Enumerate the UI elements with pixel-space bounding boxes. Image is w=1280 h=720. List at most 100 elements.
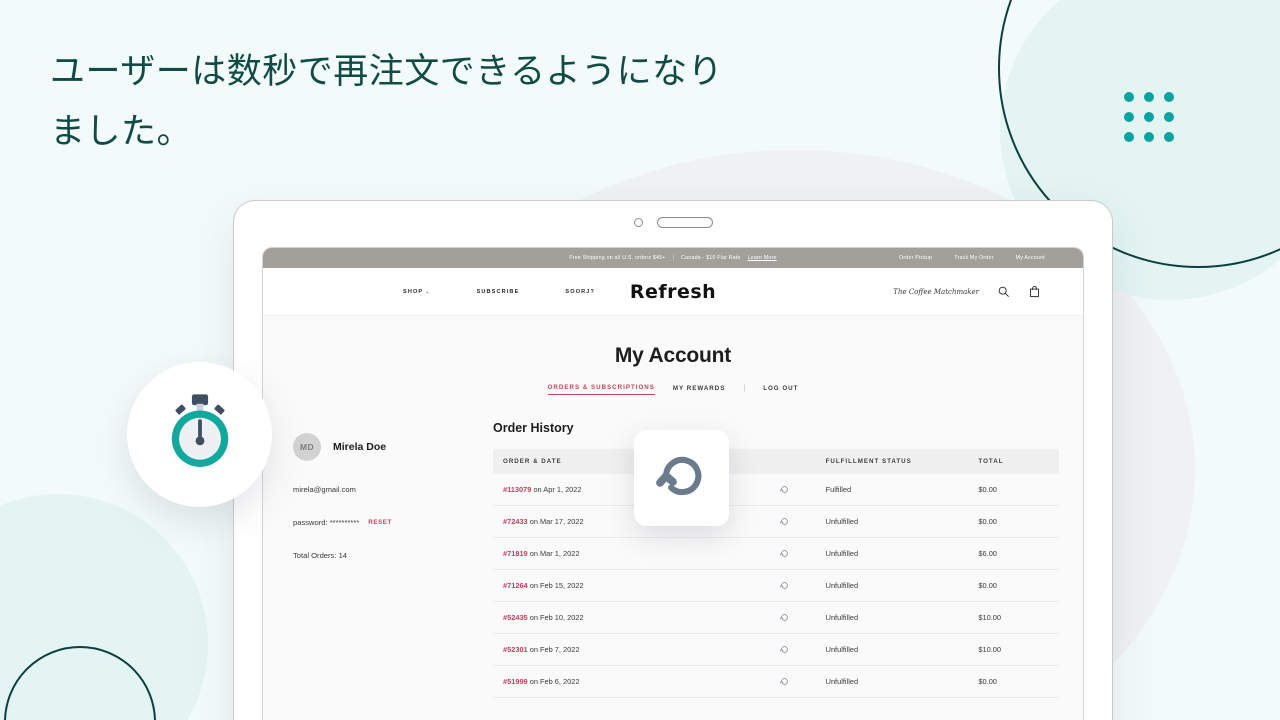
cell-reorder[interactable] [753,601,816,634]
site-navigation: SHOP ⌄ SUBSCRIBE SOORJ? Refresh The Coffe… [263,268,1083,316]
reorder-arrow-icon[interactable] [779,644,790,653]
cell-total: $0.00 [968,665,1059,698]
tab-log-out[interactable]: LOG OUT [763,385,798,395]
orders-panel: Order History ORDER & DATE FULFILLMENT S… [493,421,1059,720]
page-title: My Account [614,344,732,367]
dot-grid-icon [1124,92,1174,142]
column-total: TOTAL [968,449,1059,474]
cell-total: $10.00 [968,633,1059,666]
reorder-highlight-card [634,430,729,526]
order-id-link[interactable]: #71264 [503,581,528,590]
nav-right-cluster: The Coffee Matchmaker [893,285,1041,298]
primary-nav-links: SHOP ⌄ SUBSCRIBE SOORJ? [403,289,595,295]
orders-title: Order History [493,421,574,435]
profile-header: MD Mirela Doe [293,433,473,461]
order-id-link[interactable]: #52301 [503,645,528,654]
orders-table-head: ORDER & DATE FULFILLMENT STATUS TOTAL [493,449,1059,474]
table-row[interactable]: #72433 on Mar 17, 2022 Unfulfilled $0.00 [493,505,1059,538]
reorder-arrow-icon[interactable] [779,516,790,525]
avatar: MD [293,433,321,461]
announcement-shipping: Free Shipping on all U.S. orders $45+ [569,255,666,261]
shopping-bag-icon[interactable] [1028,285,1041,298]
password-reset-link[interactable]: RESET [368,519,392,526]
slide-canvas: ユーザーは数秒で再注文できるようになり ました。 Free Shipping o… [0,0,1280,720]
learn-more-link[interactable]: Learn More [748,255,777,261]
order-date: on Mar 17, 2022 [529,517,584,526]
table-row[interactable]: #113079 on Apr 1, 2022 Fulfilled $0.00 [493,474,1059,506]
announcement-utility-links: Order Pickup Track My Order My Account [899,255,1045,261]
brand-logo[interactable]: Refresh [630,281,716,303]
account-tab-bar: ORDERS & SUBSCRIPTIONS MY REWARDS | LOG … [263,384,1083,395]
order-id-link[interactable]: #72433 [503,517,528,526]
cell-total: $6.00 [968,537,1059,570]
cell-total: $0.00 [968,474,1059,506]
nav-item-shop[interactable]: SHOP ⌄ [403,289,431,295]
tab-orders-subscriptions[interactable]: ORDERS & SUBSCRIPTIONS [547,384,655,395]
order-date: on Feb 6, 2022 [529,677,580,686]
cell-reorder[interactable] [753,505,816,538]
cell-order-date: #51999 on Feb 6, 2022 [493,665,754,698]
profile-password: password: ********** [293,518,360,527]
cell-fulfillment-status: Unfulfilled [815,505,969,538]
reorder-arrow-icon[interactable] [779,676,790,685]
cell-total: $0.00 [968,569,1059,602]
tablet-top-bezel [234,201,1112,243]
profile-total-orders-row: Total Orders: 14 [293,551,473,560]
order-date: on Mar 1, 2022 [529,549,580,558]
tab-divider: | [743,384,746,392]
order-date: on Feb 10, 2022 [529,613,584,622]
brand-tagline: The Coffee Matchmaker [893,287,979,296]
speaker-slot-icon [656,216,713,228]
camera-dot-icon [633,217,643,227]
chevron-down-icon: ⌄ [425,288,431,295]
reorder-arrow-icon[interactable] [779,612,790,621]
link-my-account[interactable]: My Account [1016,255,1045,261]
announcement-message: Free Shipping on all U.S. orders $45+ | … [569,255,776,261]
page-headline: ユーザーは数秒で再注文できるようになり ました。 [50,52,724,153]
link-order-pickup[interactable]: Order Pickup [899,255,932,261]
profile-email: mirela@gmail.com [293,485,356,494]
order-date: on Apr 1, 2022 [533,485,582,494]
order-id-link[interactable]: #51999 [503,677,528,686]
cell-reorder[interactable] [753,537,816,570]
search-icon[interactable] [997,285,1010,298]
column-reorder [753,449,816,474]
cell-reorder[interactable] [753,474,816,506]
announcement-bar: Free Shipping on all U.S. orders $45+ | … [263,248,1083,268]
order-date: on Feb 7, 2022 [529,645,580,654]
tab-my-rewards[interactable]: MY REWARDS [673,385,726,395]
cell-reorder[interactable] [753,633,816,666]
profile-password-row: password: ********** RESET [293,518,473,527]
reorder-arrow-icon[interactable] [779,548,790,557]
table-row[interactable]: #71264 on Feb 15, 2022 Unfulfilled $0.00 [493,569,1059,602]
table-row[interactable]: #51999 on Feb 6, 2022 Unfulfilled $0.00 [493,665,1059,698]
reorder-arrow-icon[interactable] [779,580,790,589]
table-row[interactable]: #52435 on Feb 10, 2022 Unfulfilled $10.00 [493,601,1059,634]
profile-email-row: mirela@gmail.com [293,485,473,494]
link-track-my-order[interactable]: Track My Order [954,255,993,261]
profile-panel: MD Mirela Doe mirela@gmail.com password:… [293,421,473,720]
cell-fulfillment-status: Unfulfilled [815,633,969,666]
profile-total-orders: Total Orders: 14 [293,551,348,560]
order-id-link[interactable]: #71819 [503,549,528,558]
orders-table-body: #113079 on Apr 1, 2022 Fulfilled $0.00 #724… [493,474,1059,698]
nav-item-support[interactable]: SOORJ? [565,289,595,295]
announcement-separator: | [672,255,675,261]
column-fulfillment: FULFILLMENT STATUS [815,449,969,474]
cell-reorder[interactable] [753,569,816,602]
table-row[interactable]: #71819 on Mar 1, 2022 Unfulfilled $6.00 [493,537,1059,570]
reorder-arrow-icon[interactable] [779,484,790,493]
reorder-arrow-icon[interactable] [654,448,710,509]
profile-name: Mirela Doe [333,441,387,453]
cell-reorder[interactable] [753,665,816,698]
cell-order-date: #52301 on Feb 7, 2022 [493,633,754,666]
order-id-link[interactable]: #52435 [503,613,528,622]
cell-total: $10.00 [968,601,1059,634]
table-row[interactable]: #52301 on Feb 7, 2022 Unfulfilled $10.00 [493,633,1059,666]
cell-order-date: #71264 on Feb 15, 2022 [493,569,754,602]
nav-item-shop-label: SHOP [403,288,424,295]
order-id-link[interactable]: #113079 [503,485,531,494]
announcement-canada: Canada - $10 Flat Rate [681,255,741,261]
nav-item-subscribe[interactable]: SUBSCRIBE [477,289,520,295]
cell-fulfillment-status: Unfulfilled [815,569,969,602]
